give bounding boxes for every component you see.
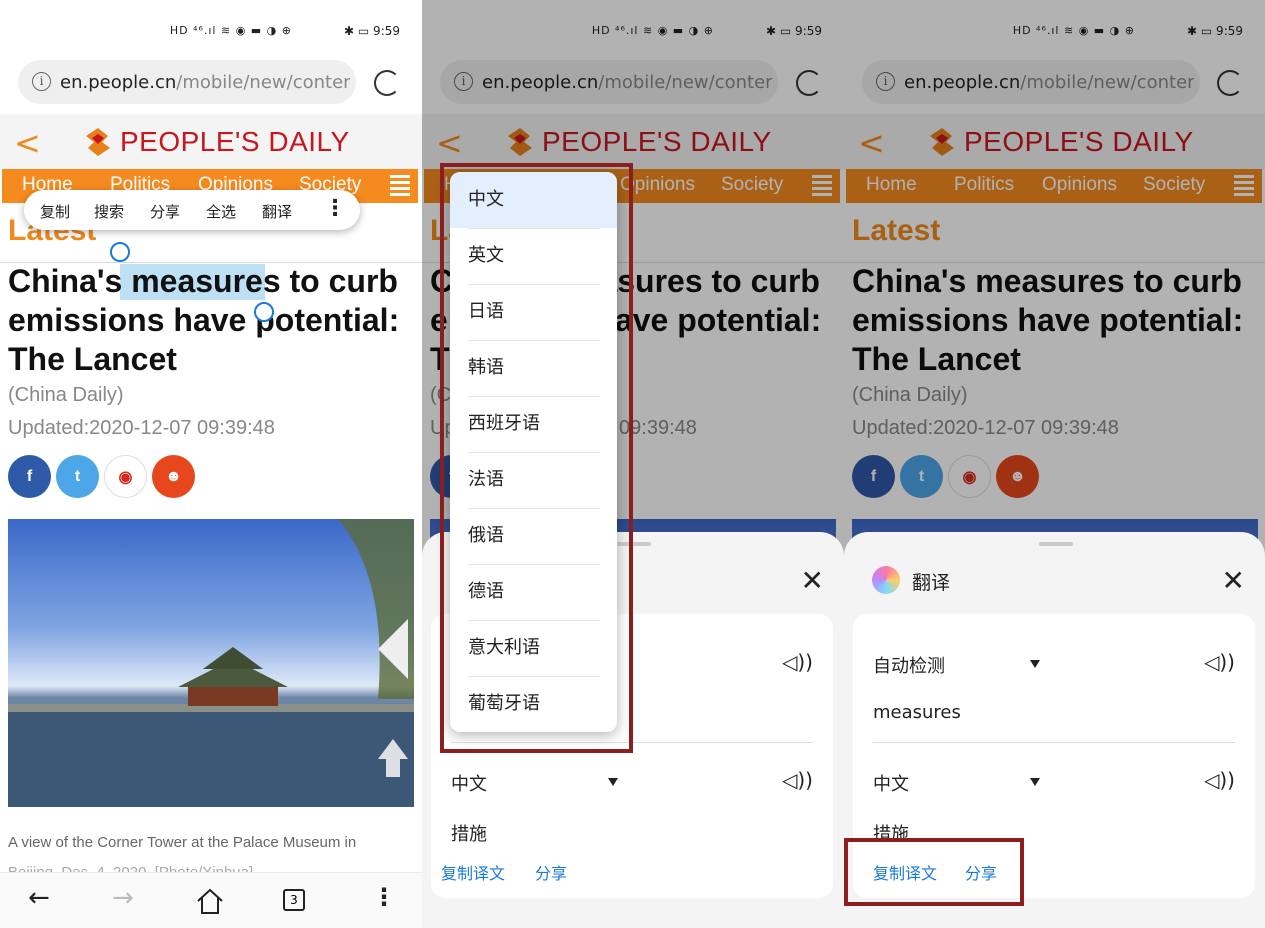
back-arrow-icon[interactable]: ← [28,883,50,913]
highlight-box [844,838,1024,906]
target-caret-icon[interactable] [1030,778,1040,786]
copy-translation-button[interactable]: 复制译文 [441,860,505,884]
source-text[interactable]: measures [873,702,961,723]
target-speaker-icon[interactable]: ◁)) [782,768,813,792]
screen-text-selection: HD ⁴⁶.ıl ≋ ◉ ▬ ◑ ⊕ ✱ ▭ 9:59 i en.people.… [0,0,422,928]
url-text[interactable]: en.people.cn/mobile/new/content. [60,72,350,93]
article-source: (China Daily) [8,384,124,406]
photo-caption: A view of the Corner Tower at the Palace… [8,834,357,851]
target-lang-select[interactable]: 中文 [451,770,487,796]
close-icon[interactable]: ✕ [1222,564,1245,597]
article-photo [8,519,414,807]
target-lang-select[interactable]: 中文 [873,770,909,796]
selection-start-handle[interactable] [110,242,130,262]
brand-title[interactable]: PEOPLE'S DAILY [120,126,350,158]
source-caret-icon[interactable] [1030,660,1040,668]
info-icon[interactable]: i [32,72,51,91]
status-icons: HD ⁴⁶.ıl ≋ ◉ ▬ ◑ ⊕ [169,24,292,37]
ctx-select-all[interactable]: 全选 [206,201,236,222]
article-headline[interactable]: China's measures to curb emissions have … [8,262,408,379]
card-divider [873,742,1235,743]
tabs-button[interactable]: 3 [283,889,305,911]
status-bar: HD ⁴⁶.ıl ≋ ◉ ▬ ◑ ⊕ ✱ ▭ 9:59 [0,0,422,62]
browser-bottom-nav: ← → 3 ⋮ [0,872,422,928]
ctx-share[interactable]: 分享 [150,201,180,222]
selected-word[interactable]: measures [131,263,280,299]
screen-language-dropdown: HD ⁴⁶.ıl ≋ ◉ ▬ ◑ ⊕ ✱ ▭ 9:59 i en.people.… [422,0,844,928]
highlight-box [440,163,633,753]
menu-icon[interactable] [390,175,410,197]
share-button[interactable]: 分享 [535,860,567,884]
article-updated: Updated:2020-12-07 09:39:48 [8,417,275,439]
back-chevron-icon[interactable]: < [14,124,41,162]
target-caret-icon[interactable] [608,778,618,786]
sheet-title: 翻译 [912,572,951,594]
home-icon[interactable] [196,887,224,915]
reload-icon[interactable] [374,70,400,96]
ctx-copy[interactable]: 复制 [40,201,70,222]
corner-tower-image [8,519,414,807]
target-speaker-icon[interactable]: ◁)) [1204,768,1235,792]
screen-translation-result: HD ⁴⁶.ıl ≋ ◉ ▬ ◑ ⊕ ✱ ▭ 9:59 i en.people.… [844,0,1265,928]
source-lang-select[interactable]: 自动检测 [873,652,945,678]
status-time: ✱ ▭ 9:59 [344,24,400,38]
site-header: < PEOPLE'S DAILY [0,114,422,170]
text-context-menu: 复制 搜索 分享 全选 翻译 ⋮ [24,190,360,230]
facebook-icon[interactable]: f [8,455,51,498]
close-icon[interactable]: ✕ [801,564,824,597]
target-text: 措施 [451,824,487,845]
weibo-icon[interactable]: ◉ [104,455,147,498]
more-icon[interactable]: ⋮ [372,883,396,911]
ctx-translate[interactable]: 翻译 [262,201,292,222]
logo-icon [86,128,110,156]
source-speaker-icon[interactable]: ◁)) [1204,650,1235,674]
url-bar[interactable]: i en.people.cn/mobile/new/content. [18,60,356,104]
sheet-grabber[interactable] [1039,542,1073,546]
assistant-icon [872,566,900,594]
twitter-icon[interactable]: t [56,455,99,498]
ctx-search[interactable]: 搜索 [94,201,124,222]
ctx-more-icon[interactable]: ⋮ [324,196,346,221]
forward-arrow-icon[interactable]: → [112,883,134,913]
source-speaker-icon[interactable]: ◁)) [782,650,813,674]
selection-end-handle[interactable] [254,302,274,322]
reddit-icon[interactable]: ☻ [152,455,195,498]
